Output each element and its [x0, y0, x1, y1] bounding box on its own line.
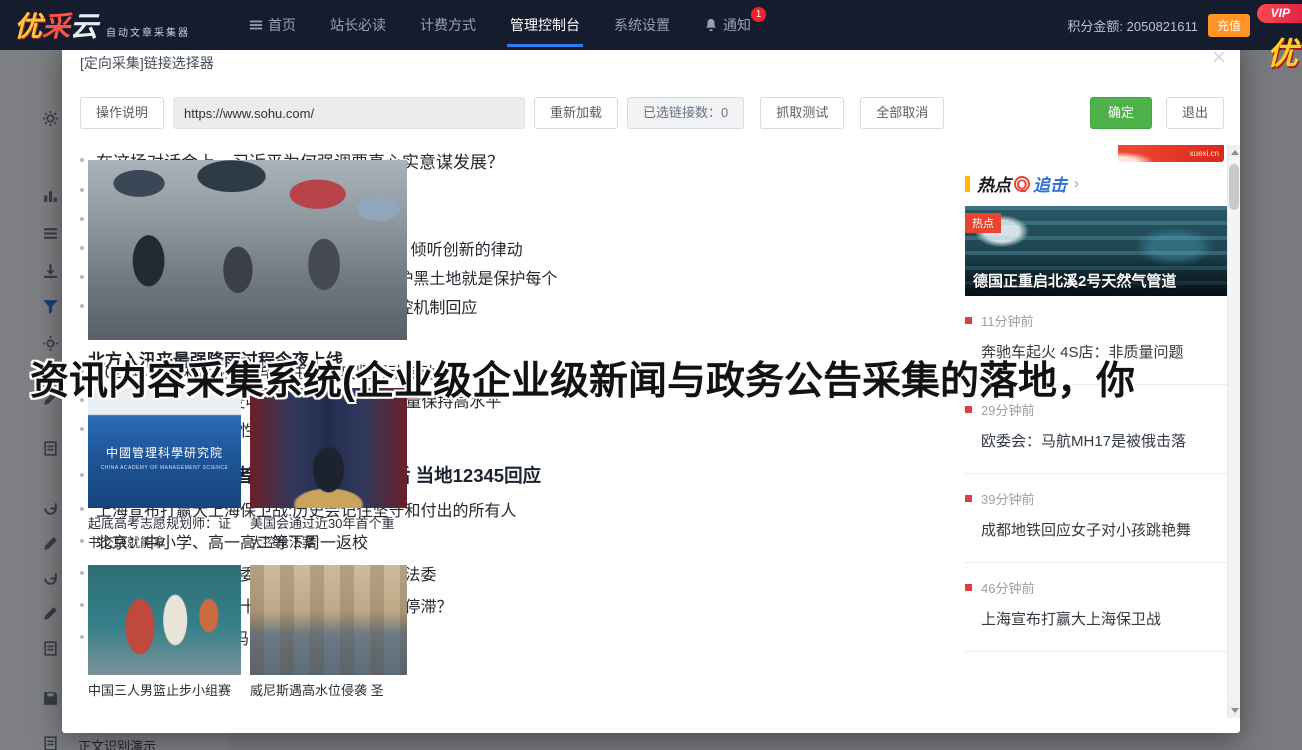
thumb-image-venice[interactable] [250, 565, 407, 675]
selected-links-count: 已选链接数：0 [627, 97, 744, 129]
focus-caption[interactable]: 北方入汛来最强降雨过程今夜上线 [88, 346, 424, 371]
logo-char: 云 [70, 5, 98, 45]
dialog-title: [定向采集]链接选择器 [80, 55, 214, 71]
focus-photo[interactable] [88, 160, 407, 340]
vip-badge: VIP [1257, 4, 1302, 23]
bullet-icon [80, 603, 84, 607]
hot-entry[interactable]: 39分钟前 成都地铁回应女子对小孩跳艳舞 [965, 474, 1227, 563]
institute-name-text: 中國管理科學研究院 [106, 444, 223, 461]
main-nav: 首页 站长必读 计费方式 管理控制台 系统设置 通知 1 [232, 0, 768, 50]
institute-name-latin: CHINA ACADEMY OF MANAGEMENT SCIENCE [101, 465, 229, 471]
bullet-icon [80, 539, 84, 543]
yellow-bar-icon [965, 176, 970, 192]
chevron-right-icon: › [1074, 175, 1079, 192]
points-balance: 积分金额: 2050821611 [1067, 16, 1198, 35]
thumb-image-basketball[interactable] [88, 565, 241, 675]
hot-lead-image[interactable]: 热点 德国正重启北溪2号天然气管道 [965, 206, 1227, 296]
hot-entry[interactable]: 11分钟前 奔驰车起火 4S店：非质量问题 [965, 296, 1227, 385]
thumb-image-institute[interactable]: 中國管理科學研究院 CHINA ACADEMY OF MANAGEMENT SC… [88, 388, 241, 508]
grab-test-button[interactable]: 抓取测试 [760, 97, 844, 129]
thumb-image-congress[interactable] [250, 388, 407, 508]
cancel-all-button[interactable]: 全部取消 [860, 97, 944, 129]
promo-banner-fragment[interactable]: xuexi.cn [1118, 145, 1224, 162]
hot-entry[interactable]: 46分钟前 上海宣布打赢大上海保卫战 [965, 563, 1227, 652]
hot-pursuit-logo-icon: Q [1014, 176, 1030, 192]
topbar: 优 采 云 自动文章采集器 首页 站长必读 计费方式 管理控制台 系统设置 通知… [0, 0, 1302, 50]
scroll-down-icon[interactable] [1228, 703, 1240, 718]
bullet-icon [80, 275, 84, 279]
bullet-icon [80, 188, 84, 192]
bullet-icon [80, 507, 84, 511]
hot-entry[interactable]: 29分钟前 欧委会：马航MH17是被俄击落 [965, 385, 1227, 474]
dialog-toolbar: 操作说明 重新加载 已选链接数：0 抓取测试 全部取消 确定 退出 [80, 97, 1224, 129]
nav-billing[interactable]: 计费方式 [403, 0, 493, 50]
bullet-icon [80, 369, 84, 373]
reload-button[interactable]: 重新加载 [534, 97, 618, 129]
thumb-caption[interactable]: 起底高考志愿规划师：证书交钱就能拿 [88, 514, 241, 552]
red-square-icon [965, 495, 972, 502]
bullet-icon [80, 158, 84, 162]
logo-char: 优 [14, 5, 42, 45]
hot-pursuit-panel: 热点 Q 追击 › 热点 德国正重启北溪2号天然气管道 11分钟前 奔驰车起火 … [965, 171, 1227, 652]
nav-settings[interactable]: 系统设置 [597, 0, 687, 50]
floating-logo-widget[interactable]: 优 [1267, 28, 1298, 73]
scroll-up-icon[interactable] [1228, 145, 1240, 160]
hot-pursuit-header[interactable]: 热点 Q 追击 › [965, 171, 1227, 196]
link-selector-dialog: [定向采集]链接选择器 × 操作说明 重新加载 已选链接数：0 抓取测试 全部取… [62, 40, 1240, 733]
embedded-webpage: xuexi.cn 北方入汛来最强降雨过程今夜上线 中國管理科學研究院 CHINA… [80, 145, 1240, 718]
red-square-icon [965, 584, 972, 591]
bullet-icon [80, 304, 84, 308]
nav-home[interactable]: 首页 [232, 0, 313, 50]
menu-icon [249, 18, 263, 32]
bullet-icon [80, 427, 84, 431]
bell-icon [704, 18, 718, 32]
red-square-icon [965, 406, 972, 413]
hot-lead-title: 德国正重启北溪2号天然气管道 [973, 270, 1221, 291]
help-button[interactable]: 操作说明 [80, 97, 164, 129]
red-square-icon [965, 317, 972, 324]
notification-badge: 1 [751, 7, 766, 22]
logo-char: 采 [42, 5, 70, 45]
bullet-icon [80, 635, 84, 639]
bullet-icon [80, 217, 84, 221]
thumb-caption[interactable]: 威尼斯遇高水位侵袭 圣 [250, 681, 407, 700]
url-input[interactable] [173, 97, 525, 129]
exit-button[interactable]: 退出 [1166, 97, 1224, 129]
app-logo[interactable]: 优 采 云 自动文章采集器 [14, 5, 190, 45]
thumb-caption[interactable]: 中国三人男篮止步小组赛 [88, 681, 241, 700]
recharge-button[interactable]: 充值 [1208, 14, 1250, 37]
thumb-caption[interactable]: 美国会通过近30年首个重大控枪法案 [250, 514, 407, 552]
bullet-icon [80, 246, 84, 250]
bullet-icon [80, 398, 84, 402]
logo-tagline: 自动文章采集器 [106, 24, 190, 39]
scrollbar-thumb[interactable] [1229, 164, 1239, 210]
scrollbar[interactable] [1227, 145, 1240, 718]
nav-must-read[interactable]: 站长必读 [313, 0, 403, 50]
bullet-icon [80, 571, 84, 575]
confirm-button[interactable]: 确定 [1090, 97, 1152, 129]
nav-console[interactable]: 管理控制台 [493, 0, 597, 50]
hot-badge: 热点 [965, 213, 1001, 233]
nav-notifications[interactable]: 通知 1 [687, 0, 768, 50]
bullet-icon [80, 473, 84, 477]
